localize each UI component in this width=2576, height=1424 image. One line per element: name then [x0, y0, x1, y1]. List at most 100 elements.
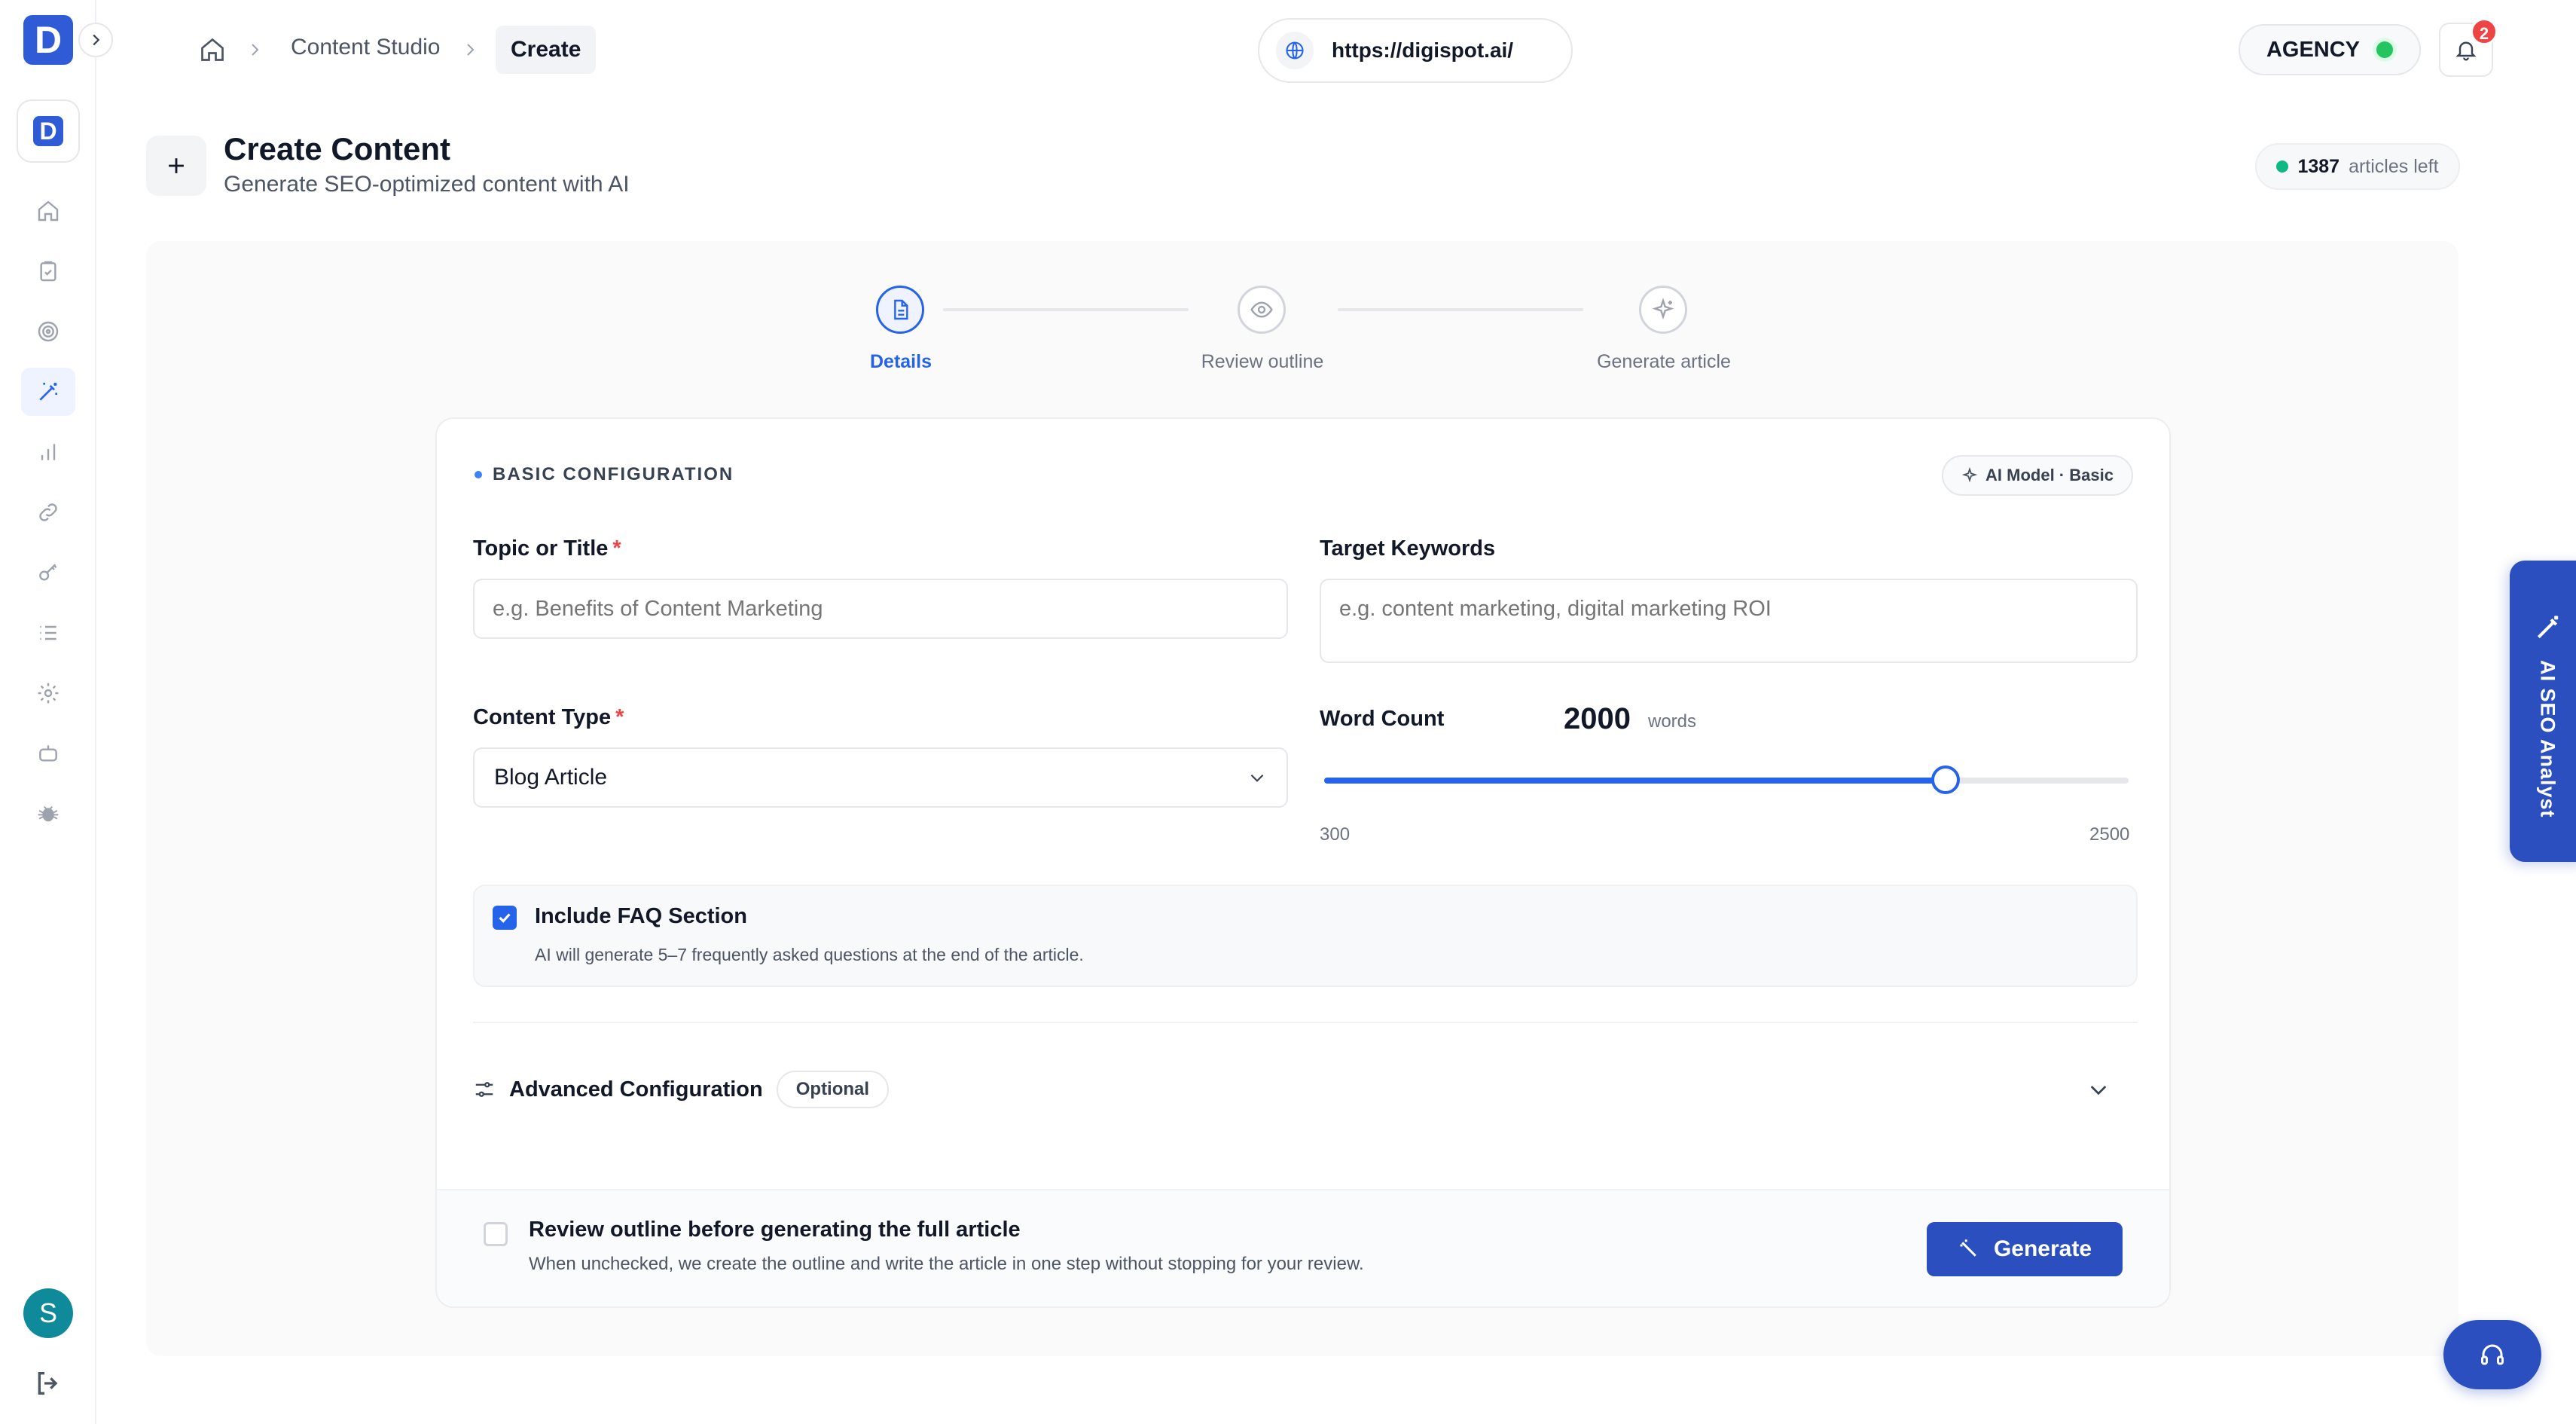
chevron-right-icon — [467, 44, 475, 56]
step-generate-article[interactable] — [1639, 286, 1687, 334]
required-mark: * — [615, 705, 624, 729]
list-icon — [40, 625, 56, 640]
sidebar-item-home[interactable] — [21, 187, 75, 235]
sidebar-collapse-button[interactable] — [78, 23, 113, 57]
user-avatar[interactable]: S — [23, 1288, 73, 1338]
step-connector — [1338, 308, 1583, 311]
sidebar: D D S — [0, 0, 96, 1424]
workspace-logo: D — [33, 116, 63, 146]
content-type-label-text: Content Type — [473, 705, 612, 729]
sidebar-item-content-studio[interactable] — [21, 368, 75, 416]
bug-icon — [38, 805, 59, 822]
robot-icon — [39, 745, 57, 762]
magic-wand-icon — [2537, 616, 2559, 639]
magic-wand-icon — [39, 383, 57, 401]
sparkle-icon — [1652, 298, 1674, 320]
content-type-value: Blog Article — [494, 765, 608, 790]
section-dot — [475, 471, 482, 478]
optional-badge: Optional — [776, 1071, 890, 1108]
breadcrumb-current: Create — [496, 26, 597, 74]
status-dot — [2376, 41, 2394, 58]
logout-icon[interactable] — [33, 1368, 63, 1398]
support-button[interactable] — [2443, 1320, 2541, 1389]
workspace-switcher[interactable]: D — [17, 99, 80, 163]
word-count-unit: words — [1648, 711, 1697, 732]
section-heading: BASIC CONFIGURATION — [475, 464, 734, 485]
site-url: https://digispot.ai/ — [1332, 38, 1514, 62]
sidebar-item-keys[interactable] — [21, 549, 75, 597]
ai-seo-analyst-tab[interactable]: AI SEO Analyst — [2510, 561, 2576, 862]
slider-thumb[interactable] — [1931, 765, 1961, 794]
status-dot — [2276, 160, 2289, 173]
chevron-right-icon — [93, 34, 100, 46]
card-footer: Review outline before generating the ful… — [437, 1189, 2169, 1306]
review-outline-checkbox[interactable] — [484, 1222, 508, 1246]
breadcrumb-content-studio[interactable]: Content Studio — [291, 35, 440, 60]
home-icon — [38, 200, 59, 222]
sidebar-item-settings[interactable] — [21, 669, 75, 717]
slider-min-label: 300 — [1320, 824, 1351, 845]
sidebar-item-analytics[interactable] — [21, 428, 75, 476]
create-plus-icon — [146, 136, 206, 196]
content-type-label: Content Type * — [473, 705, 624, 730]
articles-left-count: 1387 — [2297, 155, 2340, 177]
step-label-details: Details — [870, 351, 932, 372]
key-icon — [39, 564, 57, 581]
advanced-configuration-toggle[interactable]: Advanced Configuration Optional — [473, 1068, 2138, 1111]
sparkle-icon — [1961, 467, 1978, 483]
magic-wand-icon — [1960, 1239, 1976, 1257]
globe-icon — [1276, 32, 1314, 69]
content-form-card: BASIC CONFIGURATION AI Model · Basic Top… — [435, 417, 2171, 1308]
home-breadcrumb-icon[interactable] — [199, 36, 226, 63]
generate-button[interactable]: Generate — [1927, 1222, 2123, 1276]
faq-checkbox[interactable] — [493, 906, 517, 930]
target-icon — [38, 321, 59, 342]
section-label: BASIC CONFIGURATION — [493, 464, 734, 484]
topic-label: Topic or Title * — [473, 536, 621, 561]
sidebar-item-crawler[interactable] — [21, 790, 75, 838]
word-count-value: 2000 — [1564, 702, 1631, 735]
slider-fill — [1324, 778, 1946, 784]
link-icon — [39, 503, 57, 521]
sliders-icon — [475, 1082, 493, 1097]
bar-chart-icon — [41, 444, 56, 460]
sidebar-item-targets[interactable] — [21, 307, 75, 356]
faq-option[interactable]: Include FAQ Section AI will generate 5–7… — [473, 885, 2138, 987]
sidebar-item-links[interactable] — [21, 488, 75, 536]
chevron-down-icon — [1250, 774, 1264, 782]
sidebar-item-tasks[interactable] — [21, 247, 75, 295]
step-connector — [943, 308, 1189, 311]
advanced-configuration-label: Advanced Configuration — [509, 1077, 763, 1102]
word-count-slider[interactable] — [1324, 765, 2129, 794]
review-outline-description: When unchecked, we create the outline an… — [529, 1254, 1364, 1274]
app-logo[interactable]: D — [23, 15, 73, 65]
step-review-outline[interactable] — [1238, 286, 1286, 334]
site-url-selector[interactable]: https://digispot.ai/ — [1258, 18, 1573, 83]
articles-left-badge: 1387 articles left — [2255, 143, 2460, 190]
keywords-input[interactable] — [1320, 579, 2138, 663]
plan-label: AGENCY — [2266, 37, 2361, 62]
divider — [473, 1022, 2138, 1023]
topic-input[interactable] — [473, 579, 1288, 639]
topic-label-text: Topic or Title — [473, 536, 609, 561]
review-outline-label: Review outline before generating the ful… — [529, 1218, 1021, 1242]
plan-badge[interactable]: AGENCY — [2239, 24, 2421, 75]
ai-model-badge[interactable]: AI Model · Basic — [1942, 455, 2133, 496]
eye-icon — [1250, 301, 1273, 318]
page-subtitle: Generate SEO-optimized content with AI — [224, 172, 630, 197]
articles-left-label: articles left — [2349, 155, 2439, 177]
step-details[interactable] — [876, 286, 924, 334]
page-title: Create Content — [224, 131, 451, 167]
chevron-down-icon — [2090, 1086, 2107, 1096]
gear-icon — [38, 683, 59, 704]
check-icon — [499, 913, 511, 923]
ai-seo-analyst-label: AI SEO Analyst — [2536, 660, 2559, 818]
sidebar-item-bot[interactable] — [21, 729, 75, 778]
faq-label: Include FAQ Section — [535, 904, 747, 928]
sidebar-item-lists[interactable] — [21, 609, 75, 657]
content-type-select[interactable]: Blog Article — [473, 747, 1288, 808]
step-label-generate-article: Generate article — [1597, 351, 1731, 372]
faq-description: AI will generate 5–7 frequently asked qu… — [535, 945, 1084, 964]
slider-max-label: 2500 — [2089, 824, 2130, 845]
generate-button-label: Generate — [1993, 1236, 2092, 1261]
